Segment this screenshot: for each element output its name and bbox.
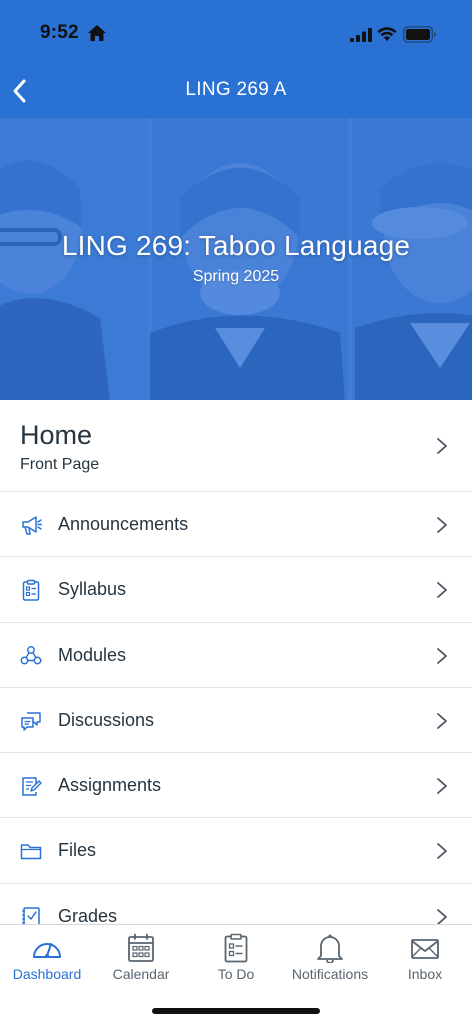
assignments-icon — [22, 777, 42, 796]
menu-item-label: Modules — [58, 644, 127, 665]
menu-item-discussions[interactable]: Discussions — [0, 688, 472, 754]
menu-item-label: Files — [58, 840, 97, 861]
dashboard-icon — [33, 943, 61, 958]
wifi-icon — [377, 27, 397, 41]
home-icon — [88, 25, 106, 41]
navigation-bar: LING 269 A — [0, 64, 472, 118]
megaphone-icon — [22, 516, 42, 535]
chevron-right-icon — [437, 712, 447, 729]
envelope-icon — [411, 939, 439, 959]
tab-calendar[interactable]: Calendar — [94, 925, 188, 991]
bell-icon — [317, 934, 343, 963]
course-menu: Home Front Page Announcements Syllabus M… — [0, 400, 472, 924]
menu-item-grades[interactable]: Grades — [0, 884, 472, 924]
menu-item-files[interactable]: Files — [0, 818, 472, 884]
menu-item-label: Assignments — [58, 775, 162, 796]
home-title: Home — [20, 420, 93, 450]
course-banner: LING 269: Taboo Language Spring 2025 — [0, 118, 472, 400]
chevron-right-icon — [437, 778, 447, 795]
menu-item-announcements[interactable]: Announcements — [0, 492, 472, 558]
home-subtitle: Front Page — [20, 456, 100, 473]
tab-label: Calendar — [112, 966, 170, 982]
chevron-right-icon — [437, 908, 447, 924]
battery-icon — [403, 26, 436, 43]
menu-item-modules[interactable]: Modules — [0, 623, 472, 688]
modules-icon — [20, 645, 42, 665]
home-indicator[interactable] — [152, 1008, 320, 1014]
home-row[interactable]: Home Front Page — [0, 400, 472, 492]
syllabus-icon — [22, 580, 40, 602]
tab-label: To Do — [217, 966, 255, 982]
chevron-right-icon — [437, 647, 447, 664]
discussions-icon — [21, 712, 41, 731]
folder-icon — [20, 844, 42, 860]
course-term: Spring 2025 — [192, 268, 280, 285]
chevron-right-icon — [437, 438, 447, 454]
menu-item-label: Grades — [58, 905, 118, 924]
calendar-icon — [128, 933, 154, 962]
cellular-signal-icon — [350, 28, 372, 42]
grades-icon — [22, 907, 40, 924]
status-time: 9:52 — [40, 22, 79, 43]
tab-label: Inbox — [407, 966, 443, 982]
tab-label: Dashboard — [12, 966, 82, 982]
page-title: LING 269 A — [185, 79, 287, 100]
menu-item-assignments[interactable]: Assignments — [0, 753, 472, 819]
tab-todo[interactable]: To Do — [189, 925, 283, 991]
tab-inbox[interactable]: Inbox — [378, 925, 472, 991]
todo-icon — [224, 933, 248, 963]
chevron-right-icon — [437, 843, 447, 860]
course-title: LING 269: Taboo Language — [61, 230, 411, 261]
status-bar: 9:52 — [0, 0, 472, 64]
menu-item-label: Syllabus — [58, 579, 127, 600]
chevron-right-icon — [437, 517, 447, 533]
tab-dashboard[interactable]: Dashboard — [0, 925, 94, 991]
chevron-right-icon — [437, 582, 447, 599]
tab-notifications[interactable]: Notifications — [283, 925, 377, 991]
menu-item-syllabus[interactable]: Syllabus — [0, 557, 472, 623]
menu-item-label: Announcements — [58, 514, 189, 534]
menu-item-label: Discussions — [58, 709, 155, 730]
tab-label: Notifications — [291, 966, 369, 982]
